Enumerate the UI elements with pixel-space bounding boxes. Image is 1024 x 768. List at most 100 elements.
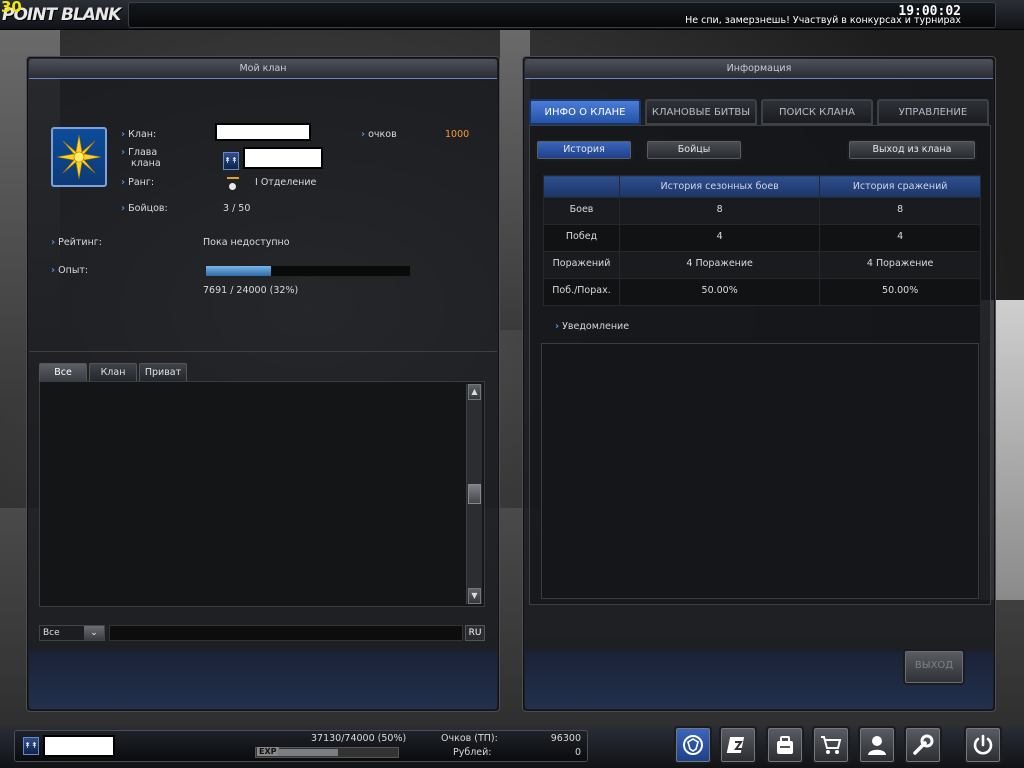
top-bar: POINT BLANK 30 19:00:02 Не спи, замерзне… [0, 0, 1024, 30]
leader-rank-icon: ↟↟ [223, 152, 239, 170]
chat-channel-select[interactable]: Все ⌄ [39, 625, 105, 641]
notification-box [541, 343, 979, 599]
table-header-seasonal: История сезонных боев [618, 175, 821, 198]
nav-shop-button[interactable] [812, 726, 850, 764]
bullet-icon: › [361, 129, 366, 140]
notification-label: Уведомление [562, 321, 630, 332]
clan-leader-redacted [243, 147, 323, 169]
chat-tab-private[interactable]: Приват [139, 363, 187, 381]
table-header-row: История сезонных боев История сражений [543, 175, 981, 198]
panel-divider [29, 351, 497, 352]
chat-input-row: Все ⌄ RU [39, 625, 485, 641]
clan-leader-row: › Глава клана [121, 147, 161, 169]
clan-rank-row: › Ранг: [121, 177, 154, 188]
chat-tab-all[interactable]: Все [39, 363, 87, 381]
tab-clan-info[interactable]: ИНФО О КЛАНЕ [529, 99, 641, 125]
inventory-icon [726, 737, 745, 753]
backpack-icon [777, 736, 793, 754]
row-value: 4 [819, 224, 981, 252]
user-info-panel: ↟↟ 37130/74000 (50%) EXP Очков (ТП): 963… [14, 730, 588, 762]
row-value: 8 [819, 197, 981, 225]
row-label: Побед [543, 224, 620, 252]
row-value: 50.00% [618, 278, 821, 306]
row-label: Поб./Порах. [543, 278, 620, 306]
settings-wrench-icon [913, 734, 934, 755]
nav-community-button[interactable] [858, 726, 896, 764]
clan-rating-value: Пока недоступно [203, 237, 290, 248]
row-value: 4 [618, 224, 821, 252]
row-label: Поражений [543, 251, 620, 279]
clan-points-row: › очков [361, 129, 397, 140]
history-button[interactable]: История [535, 139, 633, 161]
scroll-down-button[interactable]: ▼ [468, 588, 481, 604]
clan-points-value: 1000 [445, 129, 470, 140]
user-exp-bar-fill [278, 749, 338, 756]
table-row: Побед 4 4 [543, 224, 981, 252]
bullet-icon: › [121, 177, 126, 188]
nav-settings-button[interactable] [904, 726, 942, 764]
user-exp-text: 37130/74000 (50%) [311, 733, 407, 744]
table-row: Боев 8 8 [543, 197, 981, 225]
clan-exp-value: 7691 / 24000 (32%) [203, 285, 299, 296]
chat-scrollbar[interactable]: ▲ ▼ [466, 384, 482, 604]
clan-icon [683, 735, 703, 755]
my-clan-panel: Мой клан › Клан: › очков 1000 › Глава клана… [26, 56, 500, 712]
clan-leader-label-2: клана [131, 158, 161, 169]
info-tabs: ИНФО О КЛАНЕ КЛАНОВЫЕ БИТВЫ ПОИСК КЛАНА … [529, 99, 993, 125]
tab-clan-search[interactable]: ПОИСК КЛАНА [761, 99, 873, 125]
chevron-down-icon[interactable]: ⌄ [84, 626, 104, 640]
clan-name-label: Клан: [128, 129, 157, 140]
nav-backpack-button[interactable] [766, 726, 804, 764]
clan-rank-icon [225, 175, 241, 191]
user-rubles-label: Рублей: [453, 747, 492, 758]
chat-input[interactable] [109, 625, 463, 641]
table-header-battles: История сражений [819, 175, 981, 198]
tab-management[interactable]: УПРАВЛЕНИЕ [877, 99, 989, 125]
chat-tab-clan[interactable]: Клан [89, 363, 137, 381]
clan-exp-row: › Опыт: [51, 265, 88, 276]
clan-exp-bar-fill [206, 266, 272, 276]
row-label: Боев [543, 197, 620, 225]
leave-clan-button[interactable]: Выход из клана [847, 139, 977, 161]
nav-clan-button[interactable] [674, 726, 712, 764]
shop-cart-icon [821, 736, 842, 754]
bullet-icon: › [51, 237, 56, 248]
table-row: Поражений 4 Поражение 4 Поражение [543, 251, 981, 279]
info-panel-title: Информация [525, 59, 993, 79]
row-value: 4 Поражение [618, 251, 821, 279]
chat-channel-value: Все [43, 628, 60, 638]
bullet-icon: › [555, 321, 560, 332]
chat-language-toggle[interactable]: RU [465, 625, 485, 641]
exp-label: EXP [257, 747, 279, 756]
bullet-icon: › [121, 129, 126, 140]
community-icon [868, 736, 886, 755]
bottom-bar: ↟↟ 37130/74000 (50%) EXP Очков (ТП): 963… [0, 726, 1024, 768]
table-row: Поб./Порах. 50.00% 50.00% [543, 278, 981, 306]
user-exp-bar: EXP [255, 747, 399, 758]
fighters-button[interactable]: Бойцы [645, 139, 743, 161]
row-value: 4 Поражение [819, 251, 981, 279]
chat-tabs: Все Клан Приват [39, 363, 189, 381]
row-value: 8 [618, 197, 821, 225]
notification-title: › Уведомление [555, 321, 629, 332]
panel-footer [29, 651, 497, 709]
clan-rank-value: I Отделение [255, 177, 317, 188]
clan-fighters-label: Бойцов: [128, 203, 168, 214]
clan-fighters-value: 3 / 50 [223, 203, 251, 214]
clan-emblem [51, 127, 107, 187]
power-icon [973, 734, 993, 755]
user-points-value: 96300 [550, 733, 581, 744]
clan-fighters-row: › Бойцов: [121, 203, 168, 214]
nav-inventory-button[interactable] [719, 726, 757, 764]
clan-exp-bar [205, 265, 411, 277]
fps-counter: 30 [1, 0, 22, 16]
clan-star-icon [56, 134, 102, 180]
user-points-label: Очков (ТП): [441, 733, 498, 744]
exit-button[interactable]: ВЫХОД [903, 649, 965, 685]
user-rank-icon: ↟↟ [23, 737, 39, 755]
nav-exit-button[interactable] [964, 726, 1002, 764]
scroll-up-button[interactable]: ▲ [468, 384, 481, 400]
scroll-thumb[interactable] [468, 484, 481, 504]
info-panel: Информация ИНФО О КЛАНЕ КЛАНОВЫЕ БИТВЫ П… [522, 56, 996, 712]
tab-clan-battles[interactable]: КЛАНОВЫЕ БИТВЫ [645, 99, 757, 125]
